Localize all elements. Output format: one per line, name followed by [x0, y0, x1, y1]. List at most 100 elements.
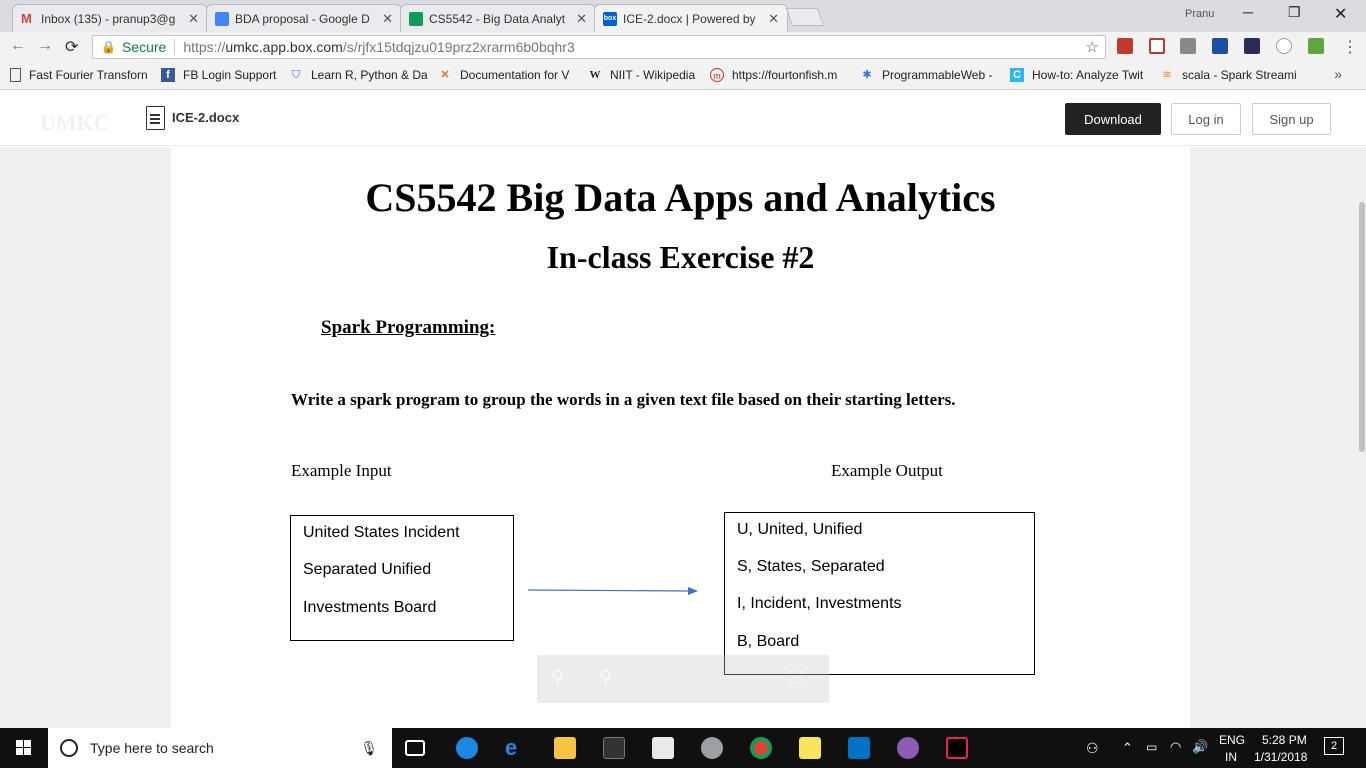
window-close-icon[interactable]: ✕ [1334, 4, 1347, 24]
tab-title: ICE-2.docx | Powered by [623, 11, 756, 26]
facebook-icon: f [161, 68, 175, 82]
people-icon[interactable]: ⚇ [1086, 740, 1099, 757]
bookmark-item[interactable]: C How-to: Analyze Twit [1010, 68, 1143, 82]
document-page: CS5542 Big Data Apps and Analytics In-cl… [171, 147, 1190, 728]
reload-icon[interactable]: ⟳ [65, 37, 78, 57]
tab-ice2-box[interactable]: box ICE-2.docx | Powered by ✕ [594, 4, 788, 32]
example-input-box: United States Incident Separated Unified… [290, 515, 514, 641]
outlook-icon[interactable] [848, 737, 870, 759]
taskbar: Type here to search 🎙 e ⚇ ⌃ ▭ ◠ 🔊 ENG IN… [0, 728, 1366, 768]
arrow-icon [528, 587, 698, 595]
restore-icon[interactable]: ❐ [1288, 4, 1301, 21]
close-icon[interactable]: ✕ [188, 11, 199, 27]
app-icon[interactable] [897, 737, 919, 759]
menu-icon[interactable]: ⋮ [1342, 37, 1358, 57]
tab-bda-proposal[interactable]: BDA proposal - Google D ✕ [206, 4, 402, 32]
zoom-out-icon[interactable]: ⚲ [551, 667, 564, 688]
close-icon[interactable]: ✕ [576, 11, 587, 27]
wifi-icon[interactable]: ◠ [1170, 739, 1181, 755]
box-icon: box [603, 11, 617, 26]
volume-icon[interactable]: 🔊 [1192, 739, 1208, 755]
extension-icon[interactable] [1244, 38, 1260, 54]
wikipedia-icon: W [589, 69, 601, 81]
gear-icon: ✱ [862, 69, 872, 81]
google-docs-icon [215, 11, 229, 26]
language-top[interactable]: ENG [1219, 733, 1245, 747]
bookmark-star-icon[interactable]: ☆ [1086, 38, 1099, 56]
document-viewer: CS5542 Big Data Apps and Analytics In-cl… [0, 147, 1366, 728]
bookmark-item[interactable]: W NIIT - Wikipedia [588, 68, 696, 82]
extension-icon[interactable] [1276, 38, 1292, 54]
output-line: I, Incident, Investments [737, 595, 902, 612]
scrollbar-thumb[interactable] [1359, 202, 1365, 452]
edge-icon[interactable]: e [505, 737, 527, 759]
bookmark-item[interactable]: ✕ Documentation for V [438, 68, 569, 82]
bookmark-item[interactable]: f FB Login Support [161, 68, 276, 82]
minimize-icon[interactable]: ─ [1243, 4, 1253, 20]
extension-icon[interactable] [1180, 38, 1196, 54]
microphone-icon[interactable]: 🎙 [360, 740, 378, 757]
more-bookmarks-icon[interactable]: » [1334, 66, 1342, 82]
secure-label: Secure [121, 39, 167, 55]
box-header: UMKC ICE-2.docx Download Log in Sign up [0, 90, 1366, 146]
tab-gmail[interactable]: M Inbox (135) - pranup3@g ✕ [12, 4, 208, 32]
extension-icon[interactable] [1149, 38, 1165, 54]
chevron-up-icon[interactable]: ⌃ [1122, 740, 1133, 756]
divider [174, 39, 176, 55]
close-icon[interactable]: ✕ [768, 11, 779, 27]
profile-name[interactable]: Pranu [1185, 8, 1214, 20]
extension-icon[interactable] [1212, 38, 1228, 54]
r-icon[interactable] [701, 737, 723, 759]
example-output-label: Example Output [831, 461, 943, 480]
battery-icon[interactable]: ▭ [1146, 740, 1157, 754]
store-icon[interactable] [603, 737, 625, 759]
task-view-icon[interactable] [405, 740, 425, 756]
document-title: CS5542 Big Data Apps and Analytics [365, 175, 996, 220]
input-line: Separated Unified [303, 561, 432, 578]
document-icon [146, 106, 165, 130]
close-icon[interactable]: ✕ [382, 11, 393, 27]
bookmark-item[interactable]: Fast Fourier Transforn [10, 68, 148, 82]
browser-toolbar: ← → ⟳ 🔒 Secure https://umkc.app.box.com/… [0, 32, 1366, 62]
app-icon[interactable] [456, 737, 478, 759]
back-icon[interactable]: ← [10, 37, 26, 55]
download-button[interactable]: Download [1065, 103, 1161, 135]
scrollbar[interactable] [1358, 147, 1366, 728]
section-heading: Spark Programming: [321, 317, 496, 338]
output-line: S, States, Separated [737, 558, 885, 575]
tab-title: BDA proposal - Google D [235, 11, 370, 26]
chrome-icon[interactable] [750, 737, 772, 759]
fullscreen-icon[interactable]: ⛶ [789, 667, 802, 688]
bookmark-item[interactable]: ✱ ProgrammableWeb - [860, 68, 992, 82]
tab-title: CS5542 - Big Data Analyt [429, 11, 566, 26]
taskbar-search[interactable]: Type here to search 🎙 [48, 728, 392, 768]
windows-start-icon[interactable] [0, 728, 48, 768]
language-bottom[interactable]: IN [1225, 750, 1237, 764]
address-bar[interactable]: 🔒 Secure https://umkc.app.box.com/s/rjfx… [92, 35, 1106, 59]
viewer-controls: ⚲ ⚲ ⛶ [537, 655, 829, 703]
output-line: U, United, Unified [737, 521, 863, 538]
clock-date[interactable]: 1/31/2018 [1254, 750, 1307, 764]
file-explorer-icon[interactable] [554, 737, 576, 759]
forward-icon[interactable]: → [37, 37, 53, 55]
input-line: Investments Board [303, 599, 437, 616]
new-tab-button[interactable] [785, 8, 825, 26]
notification-icon[interactable]: 2 [1324, 737, 1344, 755]
intellij-icon[interactable] [946, 737, 968, 759]
extension-icon[interactable] [1117, 38, 1133, 54]
app-icon[interactable] [652, 737, 674, 759]
clock-time[interactable]: 5:28 PM [1262, 733, 1307, 747]
zoom-in-icon[interactable]: ⚲ [599, 667, 612, 688]
umkc-logo: UMKC [40, 110, 110, 135]
login-button[interactable]: Log in [1171, 103, 1241, 135]
vs-icon: ✕ [440, 69, 450, 81]
bookmark-item[interactable]: ⛉ Learn R, Python & Da [289, 68, 428, 82]
sticky-notes-icon[interactable] [799, 737, 821, 759]
gmail-icon: M [21, 10, 32, 26]
tab-cs5542-sheet[interactable]: CS5542 - Big Data Analyt ✕ [400, 4, 596, 32]
signup-button[interactable]: Sign up [1252, 103, 1331, 135]
bookmark-item[interactable]: ≋ scala - Spark Streami [1160, 68, 1296, 82]
bookmark-item[interactable]: m https://fourtonfish.m [710, 68, 837, 82]
extension-icon[interactable] [1308, 38, 1324, 54]
browser-tab-strip: M Inbox (135) - pranup3@g ✕ BDA proposal… [0, 0, 1366, 32]
